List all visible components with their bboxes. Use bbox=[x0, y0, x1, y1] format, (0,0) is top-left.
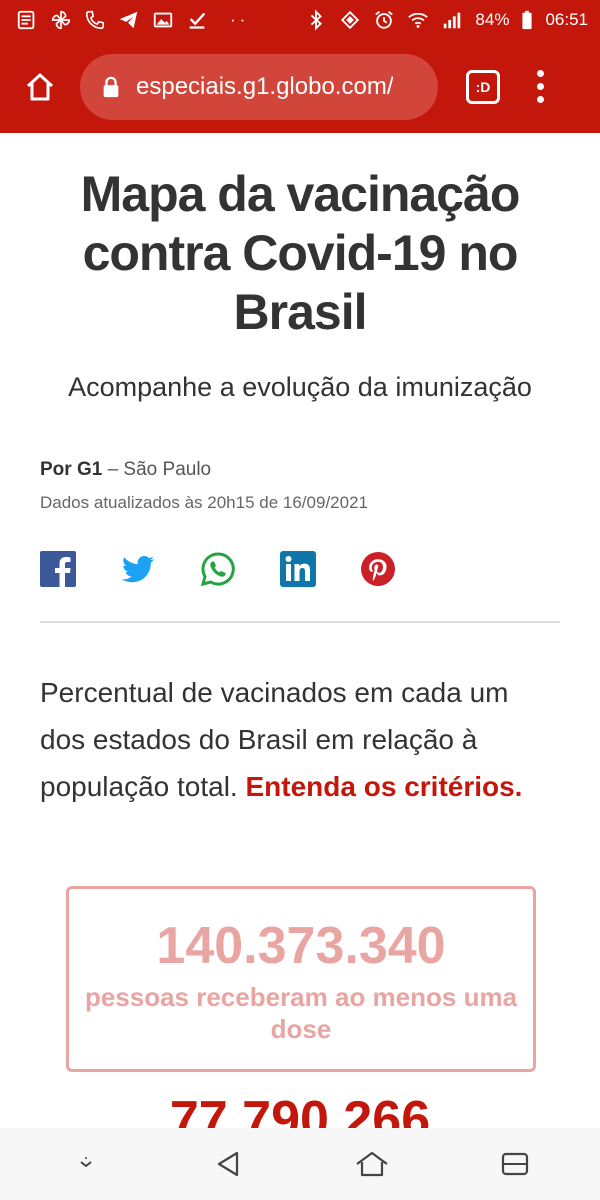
more-notifications: ·· bbox=[230, 10, 250, 29]
status-right: 84% 06:51 bbox=[305, 9, 588, 31]
first-dose-stat-card: 140.373.340 pessoas receberam ao menos u… bbox=[66, 886, 536, 1072]
byline-author: Por G1 bbox=[40, 459, 103, 480]
menu-button[interactable] bbox=[530, 70, 550, 103]
gallery-icon bbox=[152, 9, 174, 31]
home-nav-icon bbox=[355, 1151, 388, 1177]
lock-icon bbox=[103, 76, 119, 97]
wifi-icon bbox=[407, 9, 429, 31]
menu-dot bbox=[536, 96, 544, 103]
battery-icon bbox=[521, 9, 533, 31]
call-icon bbox=[84, 9, 106, 31]
page-subtitle: Acompanhe a evolução da imunização bbox=[68, 372, 532, 402]
hide-nav-button[interactable] bbox=[64, 1142, 108, 1186]
back-button[interactable] bbox=[207, 1142, 251, 1186]
pinterest-icon bbox=[361, 552, 395, 586]
home-icon bbox=[26, 73, 54, 100]
menu-dot bbox=[536, 70, 544, 77]
rotate-icon bbox=[339, 9, 361, 31]
twitter-icon bbox=[122, 556, 154, 583]
clock: 06:51 bbox=[545, 10, 588, 29]
alarm-icon bbox=[373, 9, 395, 31]
tabs-button[interactable]: :D bbox=[466, 69, 500, 104]
share-facebook-button[interactable] bbox=[40, 551, 76, 587]
home-nav-button[interactable] bbox=[350, 1142, 394, 1186]
updated-timestamp: Dados atualizados às 20h15 de 16/09/2021 bbox=[40, 493, 368, 512]
status-bar: ·· 84% 06:51 bbox=[0, 0, 600, 40]
url-bar[interactable]: especiais.g1.globo.com/ bbox=[80, 53, 438, 120]
linkedin-icon bbox=[280, 551, 316, 587]
page-title: Mapa da vacinação contra Covid-19 no Bra… bbox=[80, 166, 521, 340]
system-nav-bar bbox=[0, 1128, 600, 1200]
facebook-icon bbox=[40, 551, 76, 587]
intro-paragraph: Percentual de vacinados em cada um dos e… bbox=[40, 669, 560, 810]
back-icon bbox=[217, 1151, 238, 1177]
bluetooth-icon bbox=[305, 9, 327, 31]
pinwheel-icon bbox=[50, 9, 72, 31]
browser-toolbar: especiais.g1.globo.com/ :D bbox=[0, 40, 600, 133]
divider bbox=[40, 621, 560, 623]
telegram-icon bbox=[118, 9, 140, 31]
signal-icon bbox=[441, 9, 463, 31]
download-done-icon bbox=[186, 9, 208, 31]
byline: Por G1 – São Paulo bbox=[40, 459, 600, 481]
share-whatsapp-button[interactable] bbox=[200, 551, 236, 587]
first-dose-number: 140.373.340 bbox=[156, 917, 446, 975]
whatsapp-icon bbox=[200, 552, 235, 587]
share-bar bbox=[40, 551, 600, 587]
battery-percent: 84% bbox=[475, 10, 510, 29]
url-text: especiais.g1.globo.com/ bbox=[136, 72, 394, 100]
home-button[interactable] bbox=[14, 61, 66, 113]
status-left: ·· bbox=[16, 9, 249, 31]
menu-dot bbox=[536, 83, 544, 90]
news-icon bbox=[16, 9, 38, 31]
criteria-link[interactable]: Entenda os critérios. bbox=[246, 771, 523, 802]
share-twitter-button[interactable] bbox=[120, 551, 156, 587]
chevron-down-icon bbox=[79, 1157, 92, 1168]
share-linkedin-button[interactable] bbox=[280, 551, 316, 587]
byline-location: – São Paulo bbox=[102, 459, 212, 480]
recents-button[interactable] bbox=[493, 1142, 537, 1186]
share-pinterest-button[interactable] bbox=[360, 551, 396, 587]
recents-icon bbox=[501, 1152, 528, 1176]
first-dose-caption: pessoas receberam ao menos uma dose bbox=[84, 982, 518, 1044]
article-content: Mapa da vacinação contra Covid-19 no Bra… bbox=[0, 133, 600, 1128]
second-stat-number: 77.790.266 bbox=[169, 1091, 431, 1128]
